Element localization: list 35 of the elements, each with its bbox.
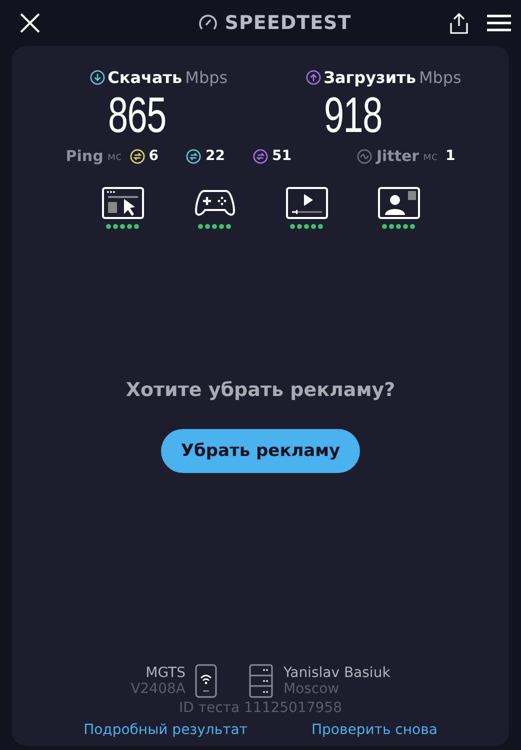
jitter-unit: мс [423,150,438,162]
speed-label: Загрузить [324,68,416,87]
device-name: V2408A [130,681,186,697]
result-link[interactable]: Подробный результат [84,722,248,738]
ping-unit: мс [107,150,122,162]
menu-icon[interactable] [487,14,511,32]
app-title: SPEEDTEST [224,12,352,34]
speed-unit: Mbps [418,68,462,87]
browser-icon [102,187,144,219]
share-icon[interactable] [449,12,469,34]
jitter-icon [357,148,372,164]
ping-value: 6 [148,148,158,164]
speed-value: 865 [108,87,166,143]
ping-value: 22 [205,148,225,164]
ping-label: Ping [66,147,104,165]
result-link[interactable]: Проверить снова [312,722,438,738]
ad-question: Хотите убрать рекламу? [126,379,396,401]
close-icon[interactable] [20,13,40,33]
speed-label: Скачать [108,68,182,87]
server-location: Moscow [283,681,340,697]
jitter-label: Jitter [376,147,420,165]
test-id: ID теста 11125017958 [179,700,342,716]
jitter-value: 1 [445,148,456,164]
upload-icon [306,70,321,85]
provider-name: MGTS [146,665,186,681]
video-call-icon [378,187,420,219]
video-player-icon [286,187,328,219]
ping-value: 51 [272,148,292,164]
download-icon [90,70,105,85]
server-name: Yanislav Basiuk [283,665,390,681]
speed-value: 918 [324,87,382,143]
server-icon [249,664,274,698]
phone-wifi-icon [195,664,218,698]
remove-ads-button[interactable]: Убрать рекламу [160,429,360,473]
speed-unit: Mbps [185,68,228,87]
